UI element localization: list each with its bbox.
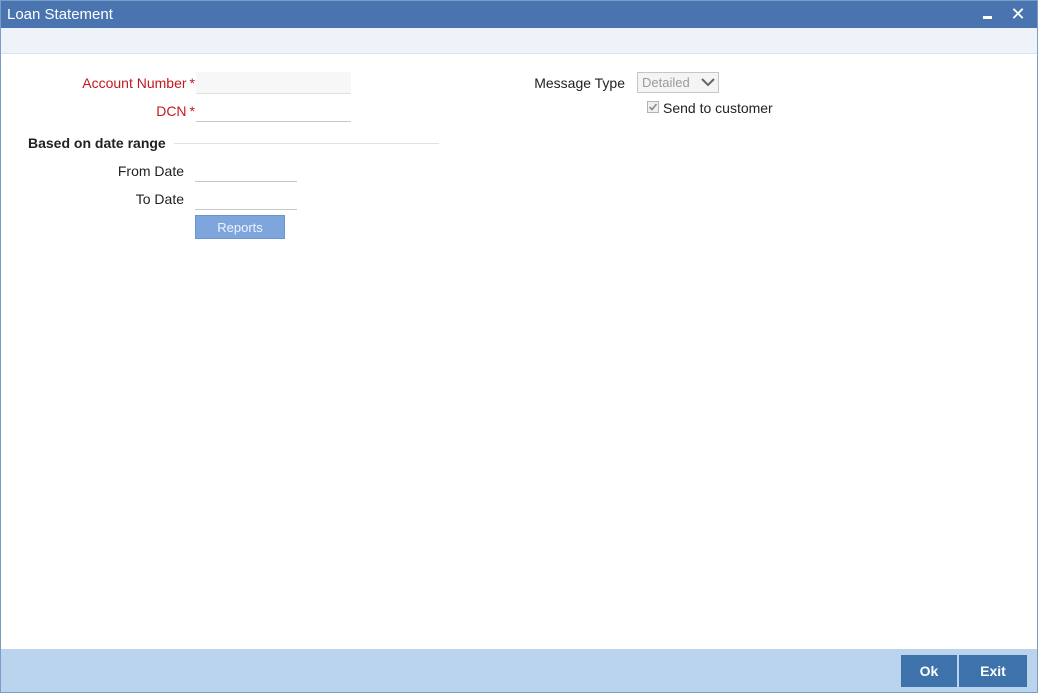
close-icon[interactable]: ✕	[1006, 1, 1030, 28]
dcn-field[interactable]	[196, 100, 351, 122]
required-marker: *	[189, 103, 195, 119]
from-date-label: From Date	[117, 163, 184, 179]
account-number-label: Account Number *	[41, 75, 195, 91]
account-number-label-text: Account Number	[82, 75, 187, 91]
loan-statement-window: Loan Statement ✕ Account Number * DCN * Me…	[0, 0, 1038, 693]
toolbar-strip	[1, 28, 1037, 54]
to-date-label: To Date	[135, 191, 184, 207]
window-title: Loan Statement	[7, 6, 113, 23]
message-type-value: Detailed	[642, 75, 690, 90]
footer-bar	[1, 649, 1037, 692]
dcn-label: DCN *	[41, 103, 195, 119]
to-date-field[interactable]	[195, 188, 297, 210]
minimize-icon[interactable]	[975, 1, 999, 28]
send-to-customer-label: Send to customer	[663, 100, 773, 116]
required-marker: *	[189, 75, 195, 91]
title-bar: Loan Statement ✕	[1, 1, 1037, 28]
account-number-field[interactable]	[196, 72, 351, 94]
message-type-select[interactable]: Detailed	[637, 72, 719, 93]
send-to-customer-checkbox[interactable]	[647, 101, 659, 113]
chevron-down-icon	[701, 78, 715, 87]
date-range-heading: Based on date range	[28, 135, 174, 151]
exit-button[interactable]: Exit	[959, 655, 1027, 687]
ok-button[interactable]: Ok	[901, 655, 957, 687]
reports-button[interactable]: Reports	[195, 215, 285, 239]
dcn-label-text: DCN	[156, 103, 187, 119]
checkmark-icon	[648, 103, 658, 111]
from-date-field[interactable]	[195, 160, 297, 182]
message-type-label: Message Type	[534, 75, 625, 91]
